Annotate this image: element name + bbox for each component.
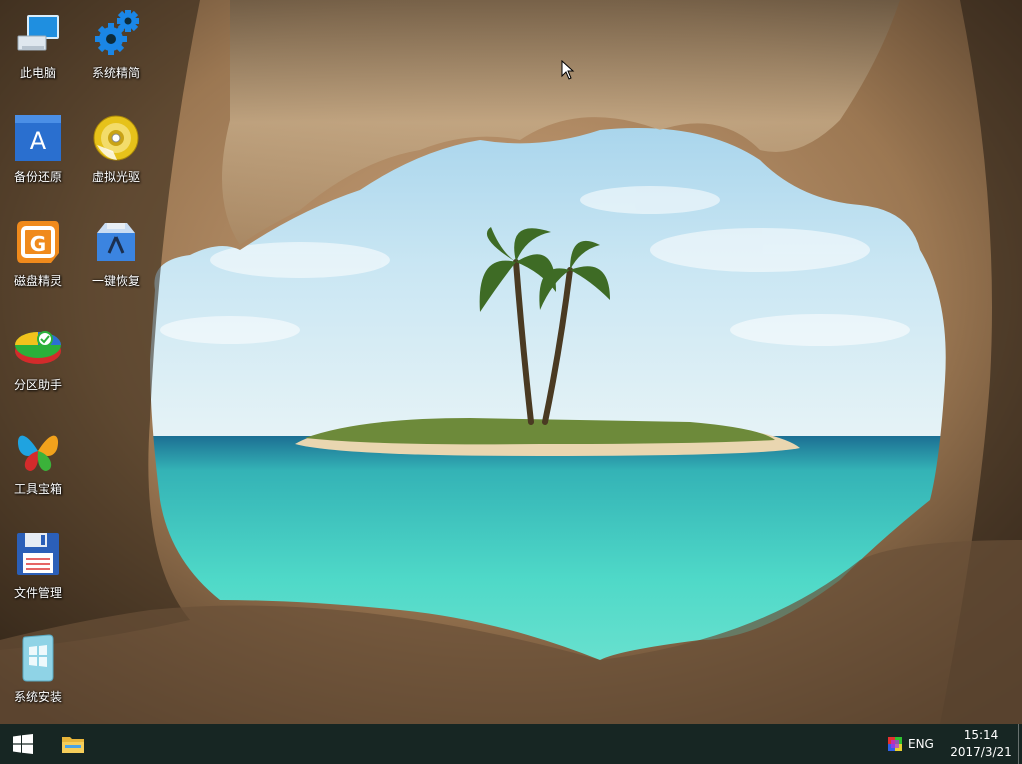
svg-text:A: A bbox=[30, 127, 47, 155]
desktop-icon-label: 系统精简 bbox=[91, 66, 140, 80]
clock-time: 15:14 bbox=[963, 728, 999, 742]
system-install-icon bbox=[12, 632, 64, 684]
file-explorer-icon bbox=[62, 737, 84, 753]
desktop-icon-label: 备份还原 bbox=[13, 170, 62, 184]
tray-clock[interactable]: 15:14 2017/3/21 bbox=[944, 727, 1018, 761]
start-button[interactable] bbox=[0, 724, 46, 764]
desktop-icon-one-key-recovery[interactable]: 一键恢复 bbox=[82, 212, 150, 302]
taskbar-file-explorer[interactable] bbox=[50, 724, 96, 764]
desktop-wallpaper bbox=[0, 0, 1022, 724]
one-key-recovery-icon bbox=[90, 216, 142, 268]
desktop-icon-this-pc[interactable]: 此电脑 bbox=[4, 4, 72, 94]
computer-icon bbox=[12, 8, 64, 60]
desktop-icon-label: 一键恢复 bbox=[91, 274, 140, 288]
windows-logo-icon bbox=[13, 734, 33, 754]
desktop-icon-label: 分区助手 bbox=[13, 378, 62, 392]
desktop-icon-label: 此电脑 bbox=[19, 66, 56, 80]
desktop-icon-system-install[interactable]: 系统安装 bbox=[4, 628, 72, 718]
clock-date: 2017/3/21 bbox=[950, 745, 1012, 759]
partition-assistant-icon bbox=[12, 320, 64, 372]
mouse-cursor-icon bbox=[561, 60, 575, 80]
toolbox-icon bbox=[12, 424, 64, 476]
desktop-icon-label: 磁盘精灵 bbox=[13, 274, 62, 288]
desktop-icon-label: 系统安装 bbox=[13, 690, 62, 704]
backup-restore-icon: A bbox=[12, 112, 64, 164]
show-desktop-button[interactable] bbox=[1018, 724, 1022, 764]
desktop-icon-backup-restore[interactable]: A 备份还原 bbox=[4, 108, 72, 198]
desktop-icon-disk-genius[interactable]: G 磁盘精灵 bbox=[4, 212, 72, 302]
desktop-icon-partition-assistant[interactable]: 分区助手 bbox=[4, 316, 72, 406]
color-palette-icon bbox=[888, 737, 902, 751]
input-language-indicator[interactable]: ENG bbox=[908, 724, 934, 764]
disk-genius-icon: G bbox=[12, 216, 64, 268]
gears-icon bbox=[90, 8, 142, 60]
taskbar: ENG 15:14 2017/3/21 bbox=[0, 724, 1022, 764]
desktop-icon-file-manager[interactable]: 文件管理 bbox=[4, 524, 72, 614]
desktop-icon-system-slim[interactable]: 系统精简 bbox=[82, 4, 150, 94]
desktop-icon-label: 文件管理 bbox=[13, 586, 62, 600]
desktop-icon-toolbox[interactable]: 工具宝箱 bbox=[4, 420, 72, 510]
floppy-disk-icon bbox=[12, 528, 64, 580]
svg-text:G: G bbox=[30, 232, 46, 256]
tray-color-icon[interactable] bbox=[884, 724, 906, 764]
desktop-icon-label: 工具宝箱 bbox=[13, 482, 62, 496]
desktop-icon-label: 虚拟光驱 bbox=[91, 170, 140, 184]
desktop-icon-virtual-cd-drive[interactable]: 虚拟光驱 bbox=[82, 108, 150, 198]
virtual-cd-drive-icon bbox=[90, 112, 142, 164]
